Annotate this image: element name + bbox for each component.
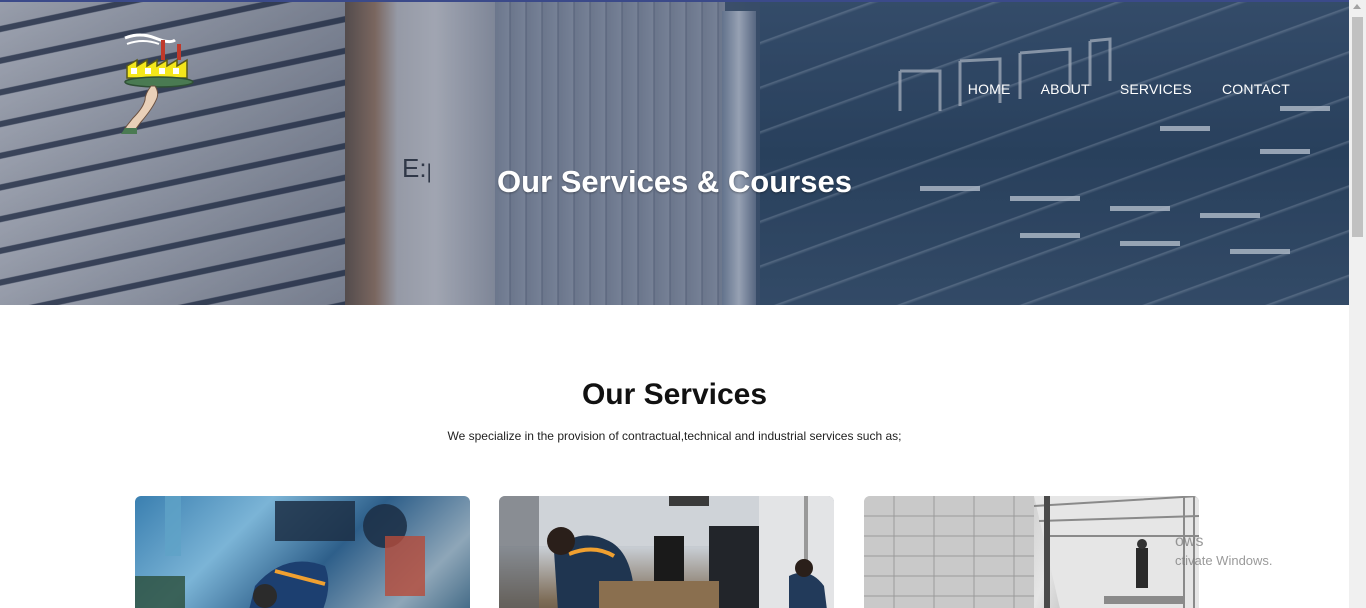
service-card-1[interactable] — [135, 496, 470, 608]
services-subtitle: We specialize in the provision of contra… — [447, 429, 902, 443]
scroll-up-arrow-icon[interactable] — [1353, 4, 1361, 9]
service-card-2-image — [499, 496, 834, 608]
main-nav: HOME ABOUT SERVICES CONTACT — [938, 81, 1290, 97]
scrollbar-thumb[interactable] — [1352, 17, 1363, 237]
service-card-1-image — [135, 496, 425, 608]
service-card-2[interactable] — [499, 496, 834, 608]
nav-services[interactable]: SERVICES — [1120, 81, 1192, 97]
page: E:p Our Services & Courses HOME — [0, 0, 1366, 608]
watermark-line-1: ows — [1175, 533, 1204, 550]
factory-tray-logo-icon — [121, 33, 194, 134]
nav-contact[interactable]: CONTACT — [1222, 81, 1290, 97]
nav-home[interactable]: HOME — [968, 81, 1011, 97]
watermark-line-2: ctivate Windows. — [1175, 553, 1273, 568]
hero-title: Our Services & Courses — [497, 164, 852, 199]
site-logo[interactable] — [115, 30, 205, 135]
services-heading: Our Services — [581, 378, 768, 411]
windows-activation-watermark: ows ctivate Windows. — [1055, 533, 1273, 568]
nav-about[interactable]: ABOUT — [1041, 81, 1090, 97]
vertical-scrollbar[interactable] — [1349, 0, 1366, 608]
top-border — [0, 0, 1366, 2]
